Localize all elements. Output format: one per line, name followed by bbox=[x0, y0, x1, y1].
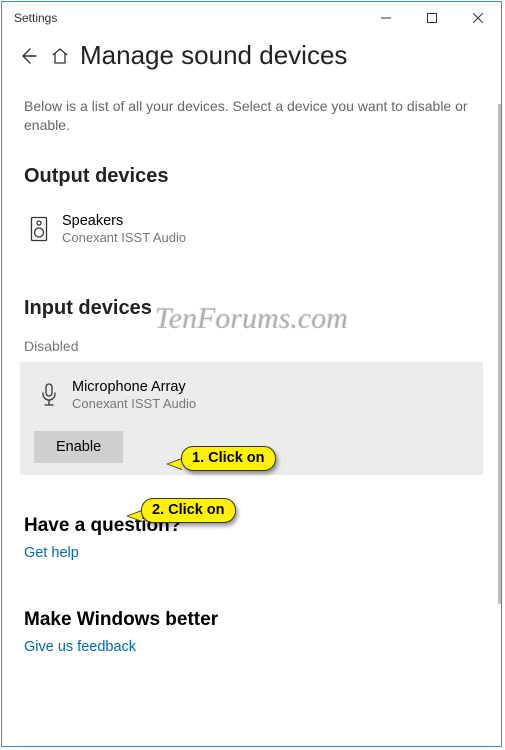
page-header: Manage sound devices bbox=[2, 34, 501, 83]
page-title: Manage sound devices bbox=[80, 40, 347, 71]
content-area: Below is a list of all your devices. Sel… bbox=[2, 97, 501, 750]
back-button[interactable] bbox=[16, 44, 40, 68]
window-controls bbox=[363, 2, 501, 34]
annotation-callout-1: 1. Click on bbox=[181, 446, 276, 471]
device-name: Speakers bbox=[62, 212, 186, 230]
have-a-question-heading: Have a question? bbox=[24, 515, 479, 537]
enable-button[interactable]: Enable bbox=[34, 431, 123, 463]
device-text: Speakers Conexant ISST Audio bbox=[62, 212, 186, 245]
callout-2-tail-fill bbox=[128, 511, 142, 521]
maximize-button[interactable] bbox=[409, 2, 455, 34]
get-help-link[interactable]: Get help bbox=[24, 545, 479, 561]
close-button[interactable] bbox=[455, 2, 501, 34]
output-device-speakers[interactable]: Speakers Conexant ISST Audio bbox=[24, 206, 479, 251]
titlebar[interactable]: Settings bbox=[2, 2, 501, 34]
input-device-microphone[interactable]: Microphone Array Conexant ISST Audio bbox=[30, 372, 473, 417]
callout-1-tail-fill bbox=[168, 459, 182, 469]
microphone-icon bbox=[34, 382, 64, 408]
give-feedback-link[interactable]: Give us feedback bbox=[24, 639, 479, 655]
page-description: Below is a list of all your devices. Sel… bbox=[24, 97, 479, 135]
device-sub: Conexant ISST Audio bbox=[72, 396, 196, 411]
annotation-callout-2: 2. Click on bbox=[141, 498, 236, 523]
output-devices-heading: Output devices bbox=[24, 165, 479, 188]
settings-window: Settings Manage sound devices Below is a… bbox=[1, 1, 502, 747]
scrollbar[interactable] bbox=[498, 104, 501, 604]
speaker-icon bbox=[24, 216, 54, 242]
make-windows-better-heading: Make Windows better bbox=[24, 609, 479, 631]
disabled-label: Disabled bbox=[24, 338, 479, 354]
device-sub: Conexant ISST Audio bbox=[62, 230, 186, 245]
minimize-button[interactable] bbox=[363, 2, 409, 34]
device-name: Microphone Array bbox=[72, 378, 196, 396]
device-text: Microphone Array Conexant ISST Audio bbox=[72, 378, 196, 411]
window-title: Settings bbox=[2, 11, 363, 25]
input-devices-heading: Input devices bbox=[24, 297, 479, 320]
home-icon bbox=[48, 46, 72, 66]
